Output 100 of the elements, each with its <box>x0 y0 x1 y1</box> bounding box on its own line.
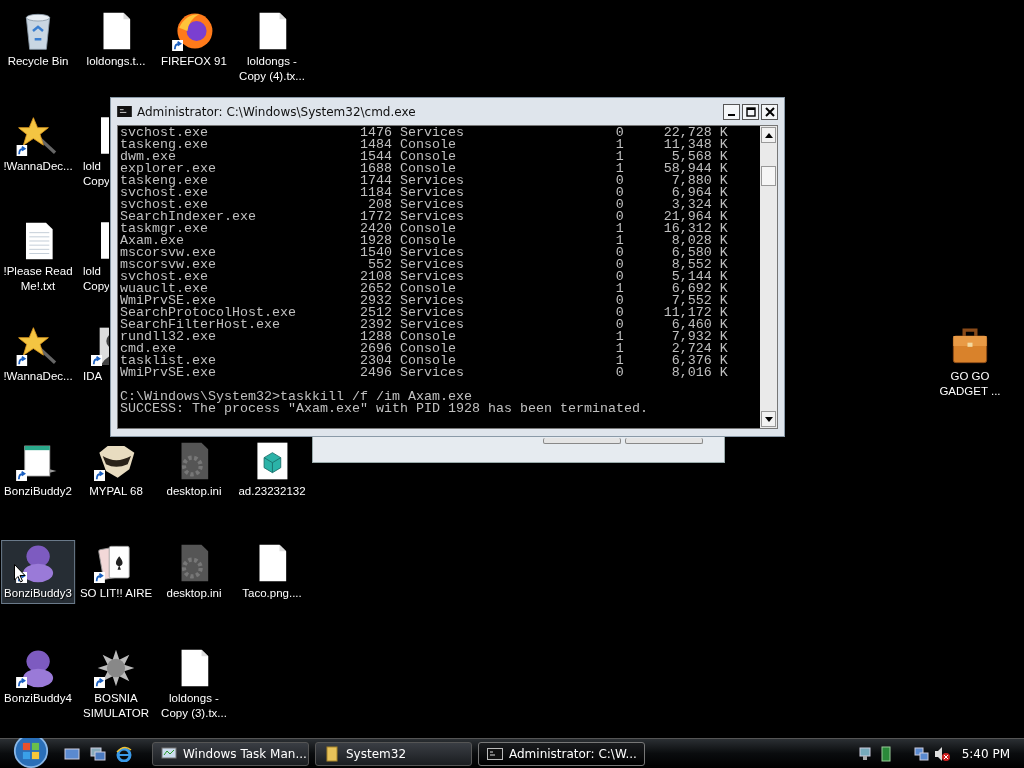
process-name: explorer.exe <box>120 163 216 175</box>
process-id: 208 <box>367 199 392 211</box>
session-number: 1 <box>615 163 624 175</box>
memory-usage: 21,964 K <box>663 211 728 223</box>
session-number: 0 <box>615 295 624 307</box>
desktop-icon[interactable]: Taco.png.... <box>237 540 307 604</box>
memory-usage: 58,944 K <box>663 163 728 175</box>
desktop-icon[interactable]: BOSNIA SIMULATOR <box>80 645 152 724</box>
desktop-icon[interactable]: BonziBuddy2 <box>1 438 75 502</box>
memory-usage: 7,880 K <box>671 175 728 187</box>
icon-label: loldongs - Copy (4).tx... <box>239 54 305 84</box>
down-arrow-icon <box>764 416 773 422</box>
desktop-icon[interactable]: loldongs - Copy (4).tx... <box>236 8 308 87</box>
desktop-icon[interactable]: !Please Read Me!.txt <box>0 218 76 297</box>
desktop-icon[interactable]: lold Copy <box>78 218 110 295</box>
process-name: svchost.exe <box>120 271 208 283</box>
session-number: 1 <box>615 223 624 235</box>
process-id: 2304 <box>359 355 392 367</box>
session-name: Services <box>399 127 464 139</box>
command-line: C:\Windows\System32>taskkill /f /im Axam.exe <box>120 391 472 403</box>
desktop-icon[interactable]: FIREFOX 91 <box>158 8 230 72</box>
minimize-button[interactable] <box>723 103 740 120</box>
process-name: SearchIndexer.exe <box>120 211 256 223</box>
process-id: 2512 <box>359 307 392 319</box>
icon-label: ad.23232132 <box>238 484 306 499</box>
icon-label: BOSNIA SIMULATOR <box>83 691 149 721</box>
desktop-icon[interactable]: lold Copy <box>78 113 110 190</box>
desktop-icon[interactable]: !WannaDec... <box>0 323 76 387</box>
window-title: Administrator: C:\Windows\System32\cmd.exe <box>137 104 417 119</box>
process-name: rundll32.exe <box>120 331 216 343</box>
scroll-up-button[interactable] <box>761 127 776 143</box>
dialog-button[interactable] <box>625 438 703 444</box>
taskbar-button[interactable]: Windows Task Man... <box>152 741 309 766</box>
icon-label: BonziBuddy4 <box>4 691 72 706</box>
process-name: taskmgr.exe <box>120 223 208 235</box>
icon-label: desktop.ini <box>166 484 222 499</box>
icon-label: loldongs - Copy (3).tx... <box>161 691 227 721</box>
icon-label: MYPAL 68 <box>89 484 143 499</box>
desktop-icon[interactable]: !WannaDec... <box>0 113 76 177</box>
session-number: 0 <box>615 127 624 139</box>
icon-label: SO LIT!! AIRE <box>79 586 153 601</box>
session-number: 1 <box>615 151 624 163</box>
icon-label: IDA <box>83 369 103 384</box>
desktop-icon[interactable]: MYPAL 68 <box>81 438 151 502</box>
desktop-icon[interactable]: ad.23232132 <box>235 438 309 502</box>
icon-label: loldongs.t... <box>86 54 146 69</box>
memory-usage: 6,580 K <box>671 247 728 259</box>
taskbar-button[interactable]: System32 <box>315 741 472 766</box>
desktop-icon[interactable]: BonziBuddy3 <box>1 540 75 604</box>
taskbar-button[interactable]: Administrator: C:\W... <box>478 741 645 766</box>
memory-usage: 3,324 K <box>671 199 728 211</box>
session-name: Console <box>399 355 456 367</box>
session-number: 0 <box>615 271 624 283</box>
session-name: Console <box>399 151 456 163</box>
process-name: tasklist.exe <box>120 355 216 367</box>
browser-e-icon <box>116 745 132 762</box>
process-id: 1928 <box>359 235 392 247</box>
dialog-button[interactable] <box>543 438 621 444</box>
session-name: Console <box>399 139 456 151</box>
session-name: Console <box>399 283 456 295</box>
desktop-icon[interactable]: loldongs.t... <box>81 8 151 72</box>
process-name: svchost.exe <box>120 187 208 199</box>
desktop-icon[interactable]: desktop.ini <box>159 540 229 604</box>
process-name: SearchProtocolHost.exe <box>120 307 296 319</box>
memory-usage: 7,932 K <box>671 331 728 343</box>
icon-label: desktop.ini <box>166 586 222 601</box>
desktop-icon[interactable]: BonziBuddy4 <box>1 645 75 709</box>
session-number: 0 <box>615 199 624 211</box>
session-number: 1 <box>615 235 624 247</box>
icon-label: BonziBuddy3 <box>4 586 72 601</box>
session-name: Services <box>399 307 464 319</box>
maximize-button[interactable] <box>742 103 759 120</box>
desktop-icon[interactable]: GO GO GADGET ... <box>935 323 1005 402</box>
session-number: 1 <box>615 139 624 151</box>
session-name: Services <box>399 187 464 199</box>
process-id: 2652 <box>359 283 392 295</box>
icon-label: Taco.png.... <box>242 586 302 601</box>
session-number: 0 <box>615 211 624 223</box>
memory-usage: 5,568 K <box>671 151 728 163</box>
up-arrow-icon <box>764 132 773 138</box>
process-id: 1288 <box>359 331 392 343</box>
desktop-icon[interactable]: SO LIT!! AIRE <box>76 540 156 604</box>
desktop-icon[interactable]: desktop.ini <box>159 438 229 502</box>
scroll-thumb[interactable] <box>761 166 776 186</box>
scrollbar[interactable] <box>760 126 777 428</box>
memory-usage: 2,724 K <box>671 343 728 355</box>
command-output: SUCCESS: The process "Axam.exe" with PID 1928 has been terminated. <box>120 403 648 415</box>
scroll-down-button[interactable] <box>761 411 776 427</box>
memory-usage: 6,692 K <box>671 283 728 295</box>
process-id: 2932 <box>359 295 392 307</box>
desktop-icon[interactable]: Recycle Bin <box>3 8 73 72</box>
session-name: Console <box>399 343 456 355</box>
process-name: dwm.exe <box>120 151 176 163</box>
session-name: Console <box>399 331 456 343</box>
muted-speaker-icon <box>933 745 950 762</box>
icon-label: lold Copy <box>83 264 109 294</box>
close-button[interactable] <box>761 103 778 120</box>
memory-usage: 6,460 K <box>671 319 728 331</box>
monitor-icon <box>161 745 177 762</box>
desktop-icon[interactable]: loldongs - Copy (3).tx... <box>158 645 230 724</box>
